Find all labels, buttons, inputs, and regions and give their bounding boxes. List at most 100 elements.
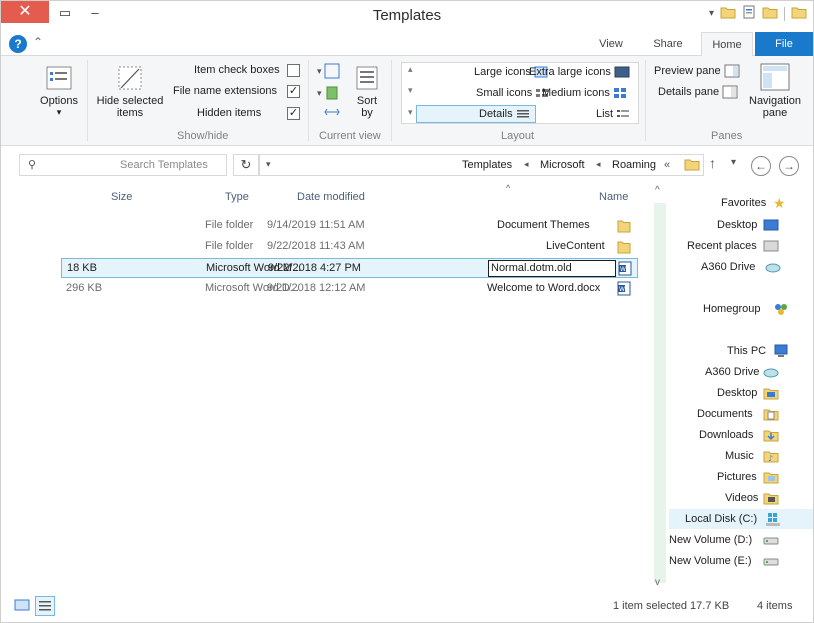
svg-text:▾: ▾	[317, 89, 322, 99]
breadcrumb-roaming[interactable]: Roaming	[612, 159, 656, 171]
scroll-down-icon[interactable]: v	[655, 577, 660, 588]
folder-icon[interactable]	[762, 5, 778, 22]
forward-button[interactable]: ←	[751, 156, 771, 176]
breadcrumb-overflow[interactable]: «	[664, 159, 670, 171]
gallery-more[interactable]: ▾	[408, 107, 413, 118]
chevron-down-icon: ▾	[731, 157, 737, 168]
star-icon: ★	[773, 195, 786, 211]
breadcrumb-separator-icon[interactable]: ◂	[524, 159, 529, 170]
word-doc-icon: W	[618, 261, 632, 276]
column-header-size[interactable]: Size	[111, 191, 132, 203]
chevron-up-icon[interactable]: ⌃	[33, 35, 43, 49]
layout-details[interactable]: Details	[416, 105, 536, 123]
nav-pc-downloads[interactable]: Downloads	[669, 425, 813, 445]
column-header-type[interactable]: Type	[225, 191, 249, 203]
size-columns-button[interactable]	[323, 104, 341, 123]
layout-list[interactable]: List	[596, 108, 630, 120]
hidden-items-checkbox[interactable]: ✓	[287, 107, 300, 120]
add-columns-button[interactable]: ▾	[317, 84, 341, 105]
windows-drive-icon	[766, 513, 780, 526]
group-separator	[645, 60, 646, 141]
window-title: Templates	[372, 7, 442, 24]
table-row[interactable]: 18 KB Microsoft Word M... 9/22/2018 4:27…	[61, 258, 638, 278]
address-row: ⚲ Search Templates ↻ ▾ Templates ◂ Micro…	[1, 151, 813, 181]
size-columns-icon	[324, 108, 340, 116]
help-icon[interactable]: ?	[9, 35, 27, 53]
table-row[interactable]: 296 KB Microsoft Word D... 9/21/2018 12:…	[61, 279, 638, 299]
nav-homegroup[interactable]: Homegroup	[669, 299, 813, 319]
tab-share[interactable]: Share	[635, 32, 701, 56]
address-bar[interactable]: ▾ Templates ◂ Microsoft ◂ Roaming «	[259, 154, 704, 176]
properties-icon[interactable]	[742, 5, 756, 22]
layout-medium-icons[interactable]: Medium icons	[542, 87, 627, 99]
details-icon	[516, 110, 529, 118]
gallery-scroll-up[interactable]: ▴	[408, 64, 413, 75]
group-by-button[interactable]: ▾	[317, 62, 341, 83]
nav-pc-music[interactable]: Music ♪	[669, 446, 813, 466]
table-row[interactable]: File folder 9/14/2019 11:51 AM Document …	[61, 216, 638, 236]
status-bar: 1 item selected 17.7 KB 4 items	[1, 593, 813, 621]
rename-input[interactable]: Normal.dotm.old	[488, 260, 616, 277]
sort-by-button[interactable]: Sort by	[349, 64, 385, 119]
nav-pc-a360-drive[interactable]: A360 Drive	[669, 362, 813, 382]
gallery-scroll-down[interactable]: ▾	[408, 85, 413, 96]
up-button[interactable]: ↑	[709, 155, 716, 171]
navigation-pane-button[interactable]: Navigation pane	[745, 62, 805, 119]
details-pane-button[interactable]: Details pane	[658, 85, 738, 99]
nav-pc-desktop[interactable]: Desktop	[669, 383, 813, 403]
column-header-date[interactable]: Date modified	[297, 191, 365, 203]
pictures-folder-icon	[763, 472, 779, 484]
search-icon: ⚲	[28, 159, 37, 171]
nav-pc-local-disk-c[interactable]: Local Disk (C:)	[669, 509, 813, 529]
large-icons-view-button[interactable]	[13, 596, 33, 616]
word-doc-icon: W	[617, 281, 631, 296]
nav-scrollbar[interactable]: ^ v	[651, 185, 669, 591]
nav-pc-documents[interactable]: Documents	[669, 404, 813, 424]
preview-pane-icon	[724, 64, 740, 78]
nav-recent-places[interactable]: Recent places	[669, 236, 813, 256]
nav-pc-videos[interactable]: Videos	[669, 488, 813, 508]
explorer-window: ✕ ▭ – Templates ▾ ? ⌃ View Share Home Fi…	[0, 0, 814, 623]
refresh-button[interactable]: ↻	[233, 154, 259, 176]
chevron-down-icon[interactable]: ▾	[709, 8, 714, 19]
scrollbar-thumb[interactable]	[654, 203, 666, 583]
nav-this-pc[interactable]: This PC	[669, 341, 813, 361]
back-button[interactable]: →	[779, 156, 799, 176]
new-folder-icon[interactable]	[720, 5, 736, 22]
scroll-up-icon[interactable]: ^	[655, 185, 660, 196]
recent-locations-button[interactable]: ▾	[731, 157, 736, 168]
sort-arrow-icon: ^	[506, 183, 511, 193]
options-button[interactable]: Options ▾	[37, 64, 81, 118]
breadcrumb-microsoft[interactable]: Microsoft	[540, 159, 585, 171]
drive-icon	[763, 558, 779, 566]
file-name-extensions-checkbox[interactable]: ✓	[287, 85, 300, 98]
breadcrumb-templates[interactable]: Templates	[462, 159, 512, 171]
panes-group-label: Panes	[711, 130, 743, 142]
address-dropdown-icon[interactable]: ▾	[266, 159, 271, 170]
arrow-right-icon: →	[783, 159, 795, 173]
recent-places-icon	[763, 240, 779, 252]
hide-selected-icon	[118, 66, 142, 90]
tab-file[interactable]: File	[755, 32, 813, 56]
details-view-button[interactable]	[35, 596, 55, 616]
column-header-name[interactable]: Name	[599, 191, 628, 203]
tab-home[interactable]: Home	[701, 32, 753, 56]
nav-pc-new-volume-e[interactable]: New Volume (E:)	[669, 551, 813, 571]
nav-pc-new-volume-d[interactable]: New Volume (D:)	[669, 530, 813, 550]
layout-gallery: ▴ ▾ ▾ Large icons Extra large icons Smal…	[401, 62, 639, 124]
large-icons-view-icon	[14, 599, 30, 611]
preview-pane-button[interactable]: Preview pane	[654, 64, 740, 78]
nav-desktop[interactable]: Desktop	[669, 215, 813, 235]
hide-selected-button[interactable]: Hide selected items	[95, 64, 165, 119]
search-input[interactable]: ⚲ Search Templates	[19, 154, 227, 176]
qat-separator	[784, 6, 785, 21]
nav-favorites[interactable]: Favorites ★	[669, 193, 813, 213]
nav-a360-drive[interactable]: A360 Drive	[669, 257, 813, 277]
tab-view[interactable]: View	[587, 32, 635, 56]
breadcrumb-separator-icon[interactable]: ◂	[596, 159, 601, 170]
nav-pc-pictures[interactable]: Pictures	[669, 467, 813, 487]
layout-small-icons[interactable]: Small icons	[476, 87, 549, 99]
item-checkboxes-checkbox[interactable]	[287, 64, 300, 77]
layout-extra-large-icons[interactable]: Extra large icons	[529, 66, 630, 78]
table-row[interactable]: File folder 9/22/2018 11:43 AM LiveConte…	[61, 237, 638, 257]
